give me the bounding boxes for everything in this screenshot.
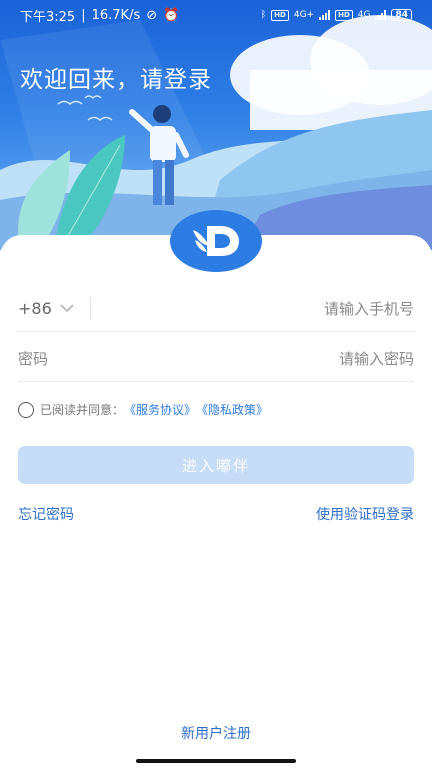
- phone-input[interactable]: [99, 299, 414, 318]
- welcome-title: 欢迎回来，请登录: [20, 67, 212, 93]
- agreement-row: 已阅读并同意： 《服务协议》 《隐私政策》: [18, 401, 268, 418]
- hd-badge-2: HD: [335, 9, 353, 21]
- chevron-down-icon: [60, 304, 74, 313]
- logo-icon: [193, 226, 239, 256]
- home-indicator[interactable]: [136, 759, 296, 763]
- network-type-2: 4G: [357, 10, 371, 20]
- agree-text: 已阅读并同意：: [40, 403, 125, 417]
- service-agreement-link[interactable]: 《服务协议》: [124, 401, 196, 418]
- password-row: 密码: [18, 336, 414, 382]
- alarm-icon: ⏰: [163, 7, 180, 23]
- hd-badge-1: HD: [271, 9, 289, 21]
- country-code: +86: [18, 299, 52, 318]
- password-label: 密码: [18, 350, 49, 368]
- divider: [90, 297, 91, 320]
- status-bar: 下午3:25 | 16.7K/s ⊘ ⏰ ᛒ HD 4G+ HD 4G 84: [0, 0, 432, 30]
- enter-button[interactable]: 进入嘟伴: [18, 446, 414, 484]
- agree-checkbox[interactable]: [18, 401, 34, 418]
- code-login-link[interactable]: 使用验证码登录: [316, 504, 414, 524]
- bluetooth-icon: ᛒ: [260, 10, 267, 20]
- signal-icon: [319, 10, 331, 20]
- network-speed: 16.7K/s: [91, 7, 141, 23]
- country-code-selector[interactable]: +86: [18, 299, 90, 318]
- app-logo: [170, 210, 262, 272]
- battery-indicator: 84: [391, 9, 412, 21]
- register-link[interactable]: 新用户注册: [0, 723, 432, 743]
- password-input[interactable]: [174, 349, 414, 368]
- network-type-1: 4G+: [293, 10, 315, 20]
- signal-icon-2: [375, 10, 387, 20]
- status-time: 下午3:25: [20, 9, 76, 25]
- privacy-policy-link[interactable]: 《隐私政策》: [196, 401, 268, 418]
- mute-icon: ⊘: [146, 7, 158, 23]
- forgot-password-link[interactable]: 忘记密码: [18, 504, 74, 524]
- phone-row: +86: [18, 286, 414, 332]
